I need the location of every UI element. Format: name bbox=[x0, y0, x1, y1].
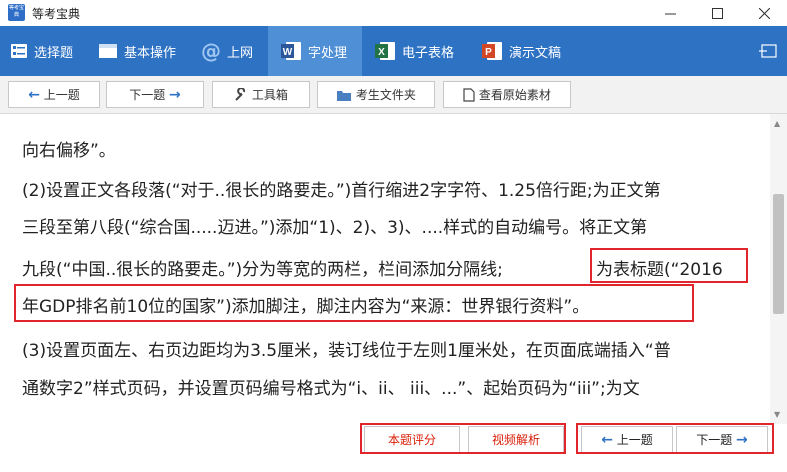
window-title: 等考宝典 bbox=[32, 7, 81, 21]
highlight-frame-top bbox=[590, 248, 748, 283]
minimize-icon bbox=[664, 13, 676, 14]
minimize-button[interactable] bbox=[647, 0, 693, 26]
pin-icon[interactable] bbox=[759, 41, 779, 61]
toolbox-button[interactable]: 工具箱 bbox=[212, 81, 310, 108]
main-menu-bar: 选择题 基本操作 @ 上网 W 字处理 X 电子表格 P 演示文稿 bbox=[0, 26, 787, 76]
close-icon bbox=[758, 7, 770, 19]
menu-item-ppt-label: 演示文稿 bbox=[509, 45, 562, 61]
app-logo-icon: 等考宝典 bbox=[8, 4, 25, 21]
toolbar-prev-button[interactable]: ← 上一题 bbox=[8, 81, 100, 108]
title-bar: 等考宝典 等考宝典 bbox=[0, 0, 787, 26]
content-line: (2)设置正文各段落(“对于..很长的路要走。”)首行缩进2字字符、1.25倍行… bbox=[22, 181, 661, 201]
content-line: 向右偏移”。 bbox=[22, 141, 116, 161]
highlight-frame-bottom bbox=[14, 284, 694, 322]
toolbar-next-button[interactable]: 下一题 → bbox=[106, 81, 204, 108]
excel-icon-letter: X bbox=[378, 47, 385, 58]
powerpoint-icon-letter: P bbox=[485, 47, 492, 58]
question-content: 向右偏移”。 (2)设置正文各段落(“对于..很长的路要走。”)首行缩进2字字符… bbox=[0, 114, 770, 424]
app-logo-text: 等考宝典 bbox=[8, 5, 24, 18]
bottom-frame-right bbox=[576, 423, 774, 454]
menu-item-internet[interactable]: @ 上网 bbox=[201, 26, 253, 76]
menu-item-choice[interactable]: 选择题 bbox=[10, 26, 73, 76]
student-folder-label: 考生文件夹 bbox=[355, 88, 416, 102]
document-icon bbox=[463, 87, 475, 102]
toolbox-label: 工具箱 bbox=[251, 88, 288, 102]
close-button[interactable] bbox=[741, 0, 787, 26]
menu-item-internet-label: 上网 bbox=[227, 45, 254, 61]
word-icon-letter: W bbox=[283, 47, 293, 58]
window-icon bbox=[99, 44, 117, 58]
menu-item-choice-label: 选择题 bbox=[34, 45, 74, 61]
arrow-right-icon: → bbox=[169, 86, 181, 103]
toolbar-prev-label: 上一题 bbox=[43, 88, 80, 102]
maximize-icon bbox=[711, 7, 723, 19]
menu-item-word-label: 字处理 bbox=[308, 45, 348, 61]
menu-item-basic[interactable]: 基本操作 bbox=[98, 26, 176, 76]
menu-item-ppt[interactable]: P 演示文稿 bbox=[481, 26, 561, 76]
vertical-scrollbar[interactable]: ▲ ▼ bbox=[770, 114, 787, 424]
bottom-frame-left bbox=[360, 423, 566, 454]
at-icon: @ bbox=[201, 39, 221, 63]
folder-icon bbox=[337, 90, 352, 101]
toolbar-next-label: 下一题 bbox=[129, 88, 166, 102]
view-source-label: 查看原始素材 bbox=[478, 88, 551, 102]
menu-item-basic-label: 基本操作 bbox=[124, 45, 177, 61]
student-folder-button[interactable]: 考生文件夹 bbox=[317, 81, 435, 108]
scroll-down-icon[interactable]: ▼ bbox=[774, 410, 780, 419]
view-source-button[interactable]: 查看原始素材 bbox=[443, 81, 571, 108]
menu-item-excel[interactable]: X 电子表格 bbox=[374, 26, 454, 76]
excel-icon: X bbox=[375, 42, 395, 60]
scroll-thumb[interactable] bbox=[773, 194, 784, 314]
content-line: 三段至第八段(“综合国.....迈进。”)添加“1)、2)、3)、....样式的… bbox=[22, 218, 648, 238]
word-icon: W bbox=[281, 42, 301, 60]
content-line: 通数字2”样式页码，并设置页码编号格式为“i、ii、 iii、...”、起始页码… bbox=[22, 379, 640, 399]
menu-item-word[interactable]: W 字处理 bbox=[268, 26, 362, 76]
powerpoint-icon: P bbox=[482, 42, 502, 60]
wrench-icon bbox=[235, 87, 246, 101]
maximize-button[interactable] bbox=[694, 0, 740, 26]
scroll-up-icon[interactable]: ▲ bbox=[774, 119, 780, 128]
toolbar: ← 上一题 下一题 → 工具箱 考生文件夹 查看原始素材 bbox=[0, 76, 787, 114]
menu-item-excel-label: 电子表格 bbox=[402, 45, 455, 61]
list-icon bbox=[11, 44, 27, 58]
arrow-left-icon: ← bbox=[28, 86, 40, 103]
content-line: (3)设置页面左、右页边距均为3.5厘米，装订线位于左则1厘米处，在页面底端插入… bbox=[22, 341, 671, 361]
bottom-bar: 本题评分 视频解析 ← 上一题 下一题 → bbox=[0, 423, 787, 472]
